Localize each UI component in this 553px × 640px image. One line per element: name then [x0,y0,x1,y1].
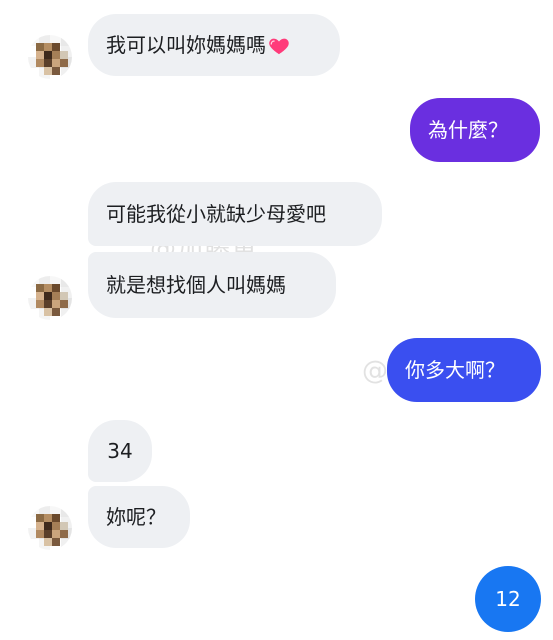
chat-canvas: @加藤軍 @加藤軍 我可以叫妳媽媽嗎 為什麼？ 可能我從小就缺少母愛吧 [0,0,553,640]
message-text: 34 [107,439,133,463]
message-text: 為什麼？ [428,118,508,142]
avatar [28,276,72,320]
incoming-message-bubble[interactable]: 妳呢？ [88,486,190,548]
message-text: 你多大啊？ [405,358,505,382]
incoming-message-bubble[interactable]: 我可以叫妳媽媽嗎 [88,14,340,76]
avatar [28,506,72,550]
message-text: 可能我從小就缺少母愛吧 [106,202,326,226]
outgoing-message-bubble[interactable]: 為什麼？ [410,98,540,162]
incoming-message-bubble[interactable]: 34 [88,420,152,482]
incoming-message-bubble[interactable]: 可能我從小就缺少母愛吧 [88,182,382,246]
message-text: 就是想找個人叫媽媽 [106,273,286,297]
message-count-badge[interactable]: 12 [475,566,541,632]
message-text: 我可以叫妳媽媽嗎 [106,33,266,57]
message-count: 12 [495,587,521,611]
incoming-message-bubble[interactable]: 就是想找個人叫媽媽 [88,252,336,318]
message-text: 妳呢？ [106,505,166,529]
outgoing-message-bubble[interactable]: 你多大啊？ [387,338,541,402]
avatar [28,35,72,79]
heart-icon [269,38,289,55]
